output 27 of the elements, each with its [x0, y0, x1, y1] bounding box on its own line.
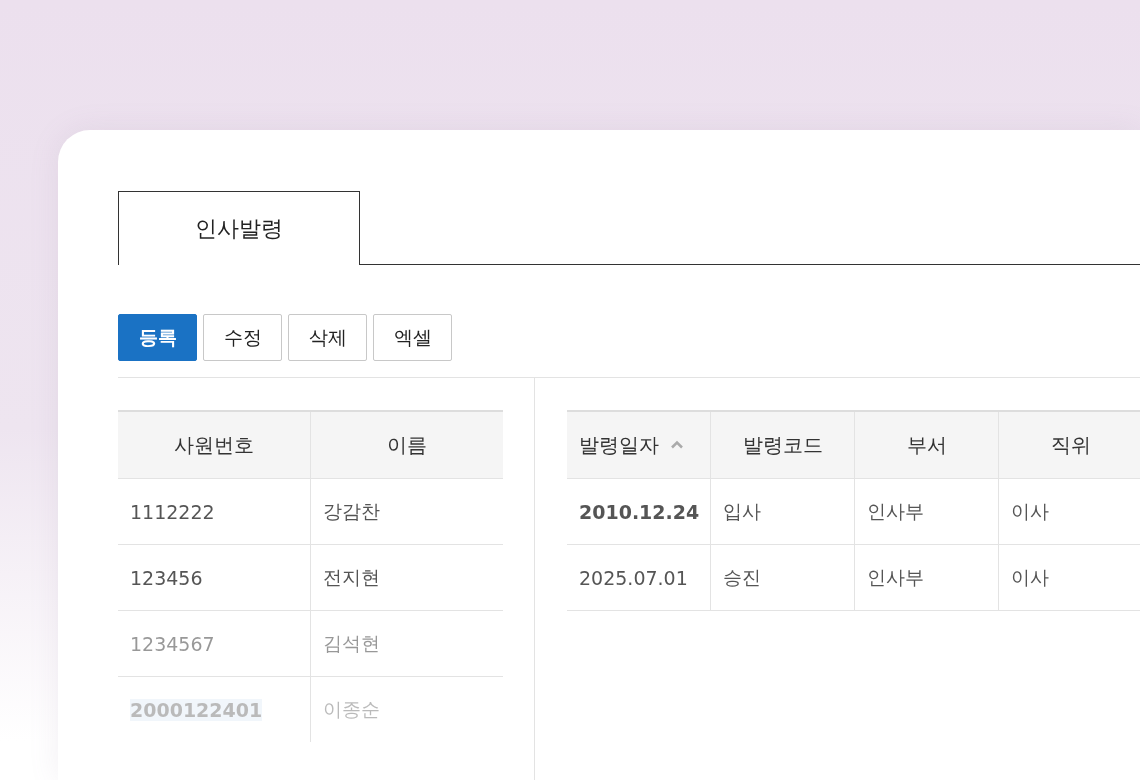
table-cell: 전지현 — [310, 544, 503, 611]
table-cell: 인사부 — [854, 478, 999, 545]
tab[interactable]: 인사발령 — [118, 191, 360, 265]
table-cell: 1234567 — [118, 610, 311, 677]
table-cell: 강감찬 — [310, 478, 503, 545]
table-cell: 2010.12.24 — [567, 478, 711, 545]
column-header[interactable]: 발령일자 — [567, 411, 711, 479]
excel-button[interactable]: 엑셀 — [373, 314, 452, 361]
column-header[interactable]: 발령코드 — [710, 411, 855, 479]
table-cell: 123456 — [118, 544, 311, 611]
table-cell: 2025.07.01 — [567, 544, 711, 611]
table-cell: 승진 — [710, 544, 855, 611]
table-cell: 1112222 — [118, 478, 311, 545]
table-cell: 이사 — [998, 544, 1140, 611]
table-cell: 2000122401 — [118, 676, 311, 742]
column-header[interactable]: 직위 — [998, 411, 1140, 479]
table-cell: 이사 — [998, 478, 1140, 545]
table-cell: 입사 — [710, 478, 855, 545]
table-cell: 이종순 — [310, 676, 503, 742]
table-cell: 김석현 — [310, 610, 503, 677]
column-header[interactable]: 부서 — [854, 411, 999, 479]
edit-button[interactable]: 수정 — [203, 314, 282, 361]
table-cell: 인사부 — [854, 544, 999, 611]
column-header: 이름 — [310, 411, 503, 479]
column-header: 사원번호 — [118, 411, 311, 479]
register-button[interactable]: 등록 — [118, 314, 197, 361]
delete-button[interactable]: 삭제 — [288, 314, 367, 361]
